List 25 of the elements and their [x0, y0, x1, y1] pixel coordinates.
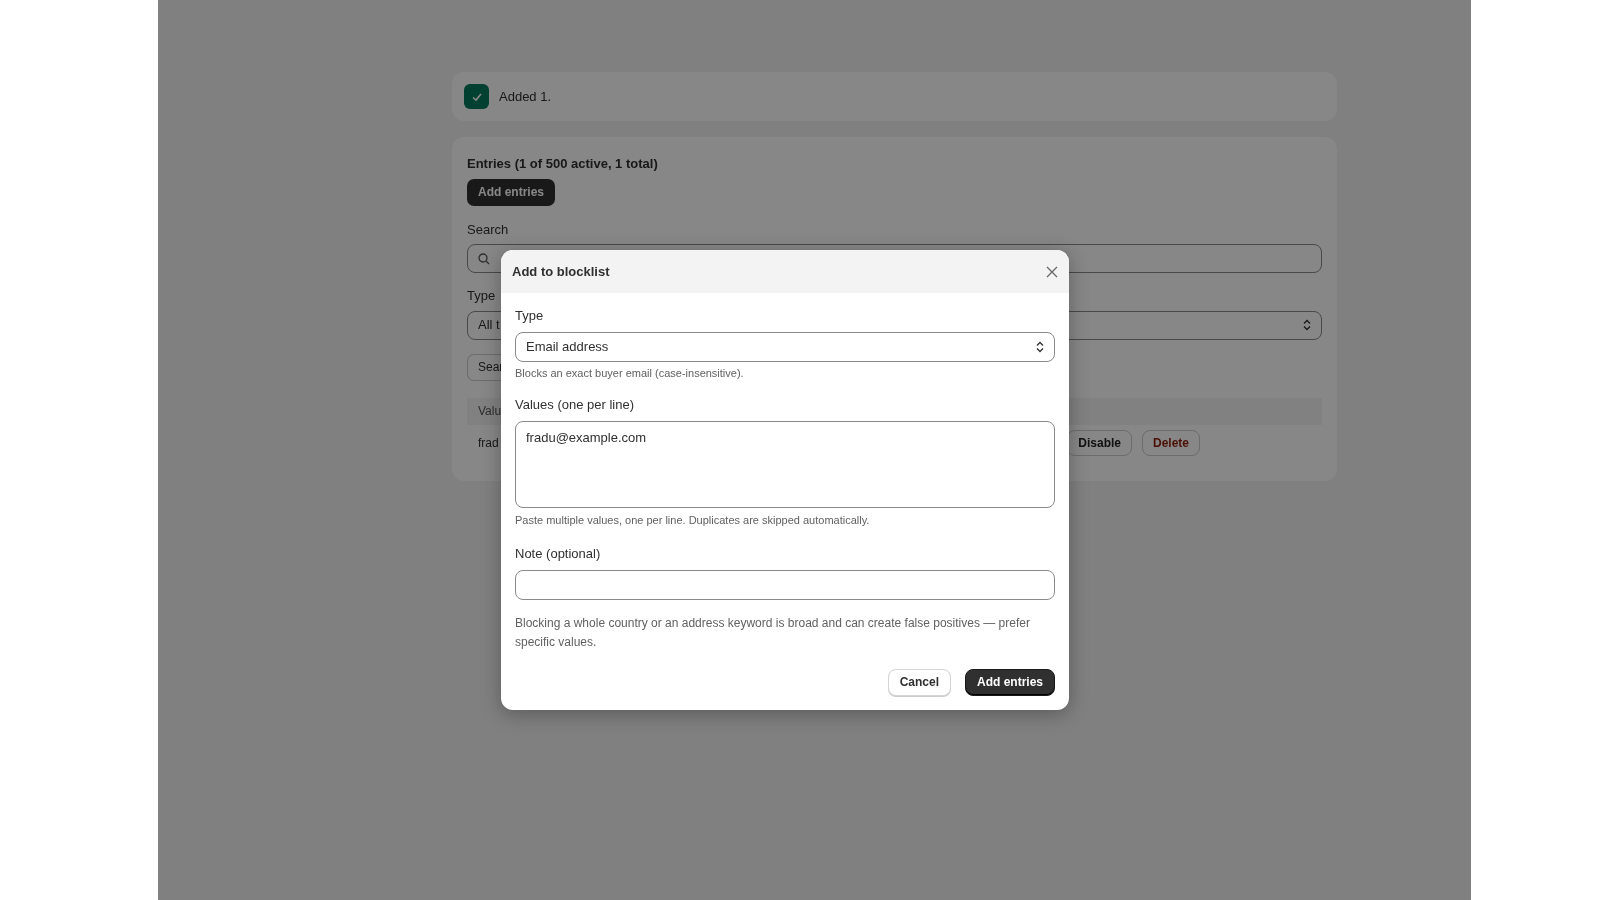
warning-text: Blocking a whole country or an address keyword is broad and can create false positives — prefer specific values. — [515, 614, 1031, 651]
check-icon — [464, 84, 489, 109]
type-help-text: Blocks an exact buyer email (case-insensitive). — [515, 365, 745, 381]
values-help-text: Paste multiple values, one per line. Duplicates are skipped automatically. — [515, 512, 871, 528]
close-icon[interactable] — [1046, 265, 1058, 278]
toast-message: Added 1. — [499, 87, 552, 106]
column-header: Valu — [478, 403, 502, 420]
add-entries-button[interactable]: Add entries — [965, 668, 1055, 696]
dialog-title: Add to blocklist — [512, 262, 610, 281]
values-label: Values (one per line) — [515, 396, 635, 414]
entries-title: Entries (1 of 500 active, 1 total) — [467, 155, 659, 173]
values-field[interactable]: fradu@example.com — [515, 420, 1055, 508]
search-label: Search — [467, 220, 510, 239]
table-cell-text: frad — [478, 434, 499, 452]
note-label: Note (optional) — [515, 545, 602, 563]
type-label: Type — [467, 287, 497, 305]
type-label: Type — [515, 307, 545, 325]
add-entries-button[interactable]: Add entries — [467, 178, 555, 206]
cancel-button[interactable]: Cancel — [887, 668, 951, 696]
note-field[interactable] — [515, 569, 1055, 600]
type-select[interactable]: Email address — [515, 331, 1055, 362]
search-icon — [478, 252, 490, 265]
row-action-button[interactable]: Delete — [1141, 429, 1200, 456]
chevron-icon — [1036, 340, 1044, 353]
chevron-icon — [1303, 319, 1311, 331]
